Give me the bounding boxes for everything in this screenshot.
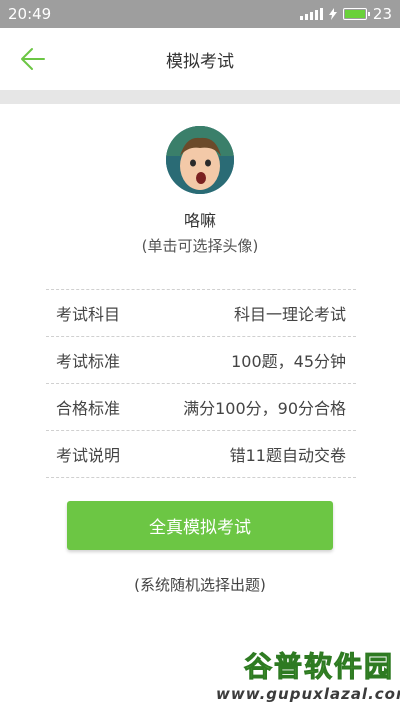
watermark: 谷普软件园 www.gupuxlazal.com xyxy=(216,645,400,707)
charging-icon xyxy=(328,8,337,20)
start-exam-button[interactable]: 全真模拟考试 xyxy=(67,501,333,550)
info-value: 100题，45分钟 xyxy=(231,352,346,371)
back-arrow-icon[interactable] xyxy=(20,46,46,72)
status-time: 20:49 xyxy=(8,5,52,23)
avatar[interactable] xyxy=(166,126,234,194)
title-bar: 模拟考试 xyxy=(0,28,400,90)
random-note: (系统随机选择出题) xyxy=(134,576,266,594)
status-right: 23 xyxy=(299,5,392,23)
info-value: 错11题自动交卷 xyxy=(229,446,346,465)
avatar-hint: (单击可选择头像) xyxy=(141,237,259,255)
watermark-url: www.gupuxlazal.com xyxy=(216,685,400,703)
user-name: 咯嘛 xyxy=(183,211,216,230)
battery-fill xyxy=(344,10,365,18)
info-label: 考试标准 xyxy=(56,352,121,371)
avatar-image xyxy=(166,126,234,194)
info-row-description: 考试说明 错11题自动交卷 xyxy=(46,431,356,478)
battery-icon xyxy=(342,8,370,20)
info-value: 满分100分，90分合格 xyxy=(183,399,346,418)
info-row-standard: 考试标准 100题，45分钟 xyxy=(46,337,356,384)
info-row-pass: 合格标准 满分100分，90分合格 xyxy=(46,384,356,431)
page-title: 模拟考试 xyxy=(166,51,234,72)
exam-info-table: 考试科目 科目一理论考试 考试标准 100题，45分钟 合格标准 满分100分，… xyxy=(46,289,356,478)
header-divider xyxy=(0,90,400,104)
info-label: 考试科目 xyxy=(56,305,121,324)
battery-percent: 23 xyxy=(372,5,392,23)
signal-icon xyxy=(299,8,323,20)
info-label: 合格标准 xyxy=(56,399,121,418)
status-bar: 20:49 23 xyxy=(0,0,400,28)
watermark-logo: 谷普软件园 xyxy=(243,650,394,684)
info-row-subject: 考试科目 科目一理论考试 xyxy=(46,290,356,337)
info-label: 考试说明 xyxy=(56,446,121,465)
info-value: 科目一理论考试 xyxy=(233,305,346,324)
